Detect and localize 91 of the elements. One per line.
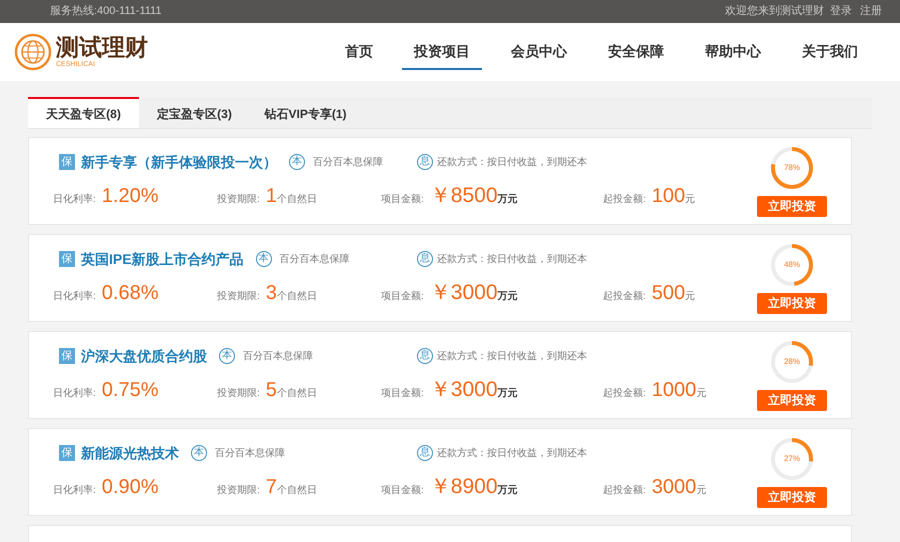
globe-logo-icon [14, 33, 52, 71]
guarantee-text: 百分百本息保障 [280, 252, 350, 266]
rate-label: 日化利率: [53, 192, 96, 207]
min-label: 起投金额: [603, 484, 646, 498]
term-value: 5 [266, 378, 277, 403]
category-tab[interactable]: 定宝盈专区(3) [139, 97, 250, 128]
register-link[interactable]: 注册 [860, 3, 882, 20]
min-label: 起投金额: [603, 192, 646, 207]
principal-icon: 本 [256, 251, 272, 267]
term-value: 1 [266, 184, 277, 209]
guarantee-text: 百分百本息保障 [215, 446, 285, 460]
nav-link[interactable]: 会员中心 [499, 34, 579, 70]
progress-ring [770, 146, 814, 190]
principal-icon: 本 [191, 445, 207, 461]
repayment-text: 还款方式：按日付收益，到期还本 [437, 446, 587, 460]
term-label: 投资期限: [217, 290, 260, 304]
repayment-text: 还款方式：按日付收益，到期还本 [437, 252, 587, 266]
term-value: 7 [266, 475, 277, 500]
principal-icon: 本 [219, 348, 235, 364]
category-tab[interactable]: 钻石VIP专享(1) [250, 97, 361, 128]
term-unit: 个自然日 [276, 290, 317, 304]
nav-link[interactable]: 首页 [333, 34, 385, 70]
guarantee-badge: 保 [59, 154, 75, 170]
repayment-text: 还款方式：按日付收益，到期还本 [437, 350, 587, 364]
min-label: 起投金额: [603, 386, 646, 401]
guarantee-text: 百分百本息保障 [243, 350, 313, 364]
progress-ring [770, 242, 814, 286]
amount-label: 项目金额: [381, 290, 424, 304]
rate-value: 0.90% [102, 475, 158, 500]
amount-label: 项目金额: [381, 386, 424, 400]
progress-ring [770, 436, 814, 480]
product-title: 沪深大盘优质合约股 [81, 346, 207, 366]
interest-icon: 息 [417, 348, 433, 364]
product-title: 新能源光热技术 [81, 444, 179, 462]
login-link[interactable]: 登录 [830, 3, 852, 20]
min-value: 100 [652, 184, 686, 209]
amount-value: ￥8900 [430, 474, 498, 500]
product-title: 新手专享（新手体验限投一次） [81, 152, 277, 172]
guarantee-badge: 保 [59, 348, 75, 364]
principal-icon: 本 [289, 154, 305, 170]
amount-unit: 万元 [498, 484, 518, 498]
term-label: 投资期限: [217, 484, 260, 498]
min-unit: 元 [685, 290, 696, 304]
rate-value: 0.75% [102, 378, 158, 403]
logo-text: 测试理财 [56, 34, 148, 60]
nav-link[interactable]: 帮助中心 [693, 34, 773, 70]
progress-percent: 28% [784, 356, 800, 368]
term-unit: 个自然日 [276, 387, 317, 401]
rate-label: 日化利率: [53, 386, 96, 401]
nav-link[interactable]: 安全保障 [596, 34, 676, 70]
term-label: 投资期限: [217, 386, 260, 401]
progress-percent: 48% [784, 258, 800, 270]
progress-percent: 27% [784, 452, 800, 464]
interest-icon: 息 [417, 251, 433, 267]
amount-unit: 万元 [498, 192, 518, 206]
min-value: 500 [652, 281, 686, 306]
rate-value: 1.20% [102, 184, 158, 209]
interest-icon: 息 [417, 154, 433, 170]
term-unit: 个自然日 [276, 193, 317, 207]
amount-value: ￥3000 [430, 280, 498, 306]
min-unit: 元 [685, 193, 696, 207]
rate-label: 日化利率: [53, 290, 96, 304]
amount-label: 项目金额: [381, 484, 424, 498]
category-tab[interactable]: 天天盈专区(8) [28, 97, 139, 128]
progress-ring [770, 340, 814, 384]
amount-unit: 万元 [498, 386, 518, 400]
progress-percent: 78% [784, 162, 800, 174]
hotline-text: 服务热线:400-111-1111 [50, 4, 162, 20]
rate-value: 0.68% [102, 281, 158, 306]
nav-link[interactable]: 关于我们 [790, 34, 870, 70]
guarantee-text: 百分百本息保障 [313, 156, 383, 170]
amount-value: ￥3000 [430, 376, 498, 402]
term-value: 3 [266, 281, 277, 306]
guarantee-badge: 保 [59, 251, 75, 267]
min-unit: 元 [696, 387, 706, 401]
nav-link[interactable]: 投资项目 [402, 34, 482, 70]
min-label: 起投金额: [603, 290, 646, 304]
amount-unit: 万元 [498, 290, 518, 304]
min-value: 1000 [652, 378, 696, 403]
term-label: 投资期限: [217, 192, 260, 207]
term-unit: 个自然日 [276, 484, 317, 498]
min-value: 3000 [652, 475, 696, 500]
repayment-text: 还款方式：按日付收益，到期还本 [437, 156, 587, 170]
welcome-text: 欢迎您来到测试理财 [725, 4, 824, 20]
min-unit: 元 [696, 484, 706, 498]
guarantee-badge: 保 [59, 445, 75, 461]
product-title: 英国IPE新股上市合约产品 [81, 250, 244, 268]
amount-value: ￥8500 [430, 182, 498, 208]
amount-label: 项目金额: [381, 192, 424, 206]
rate-label: 日化利率: [53, 484, 96, 498]
interest-icon: 息 [417, 445, 433, 461]
